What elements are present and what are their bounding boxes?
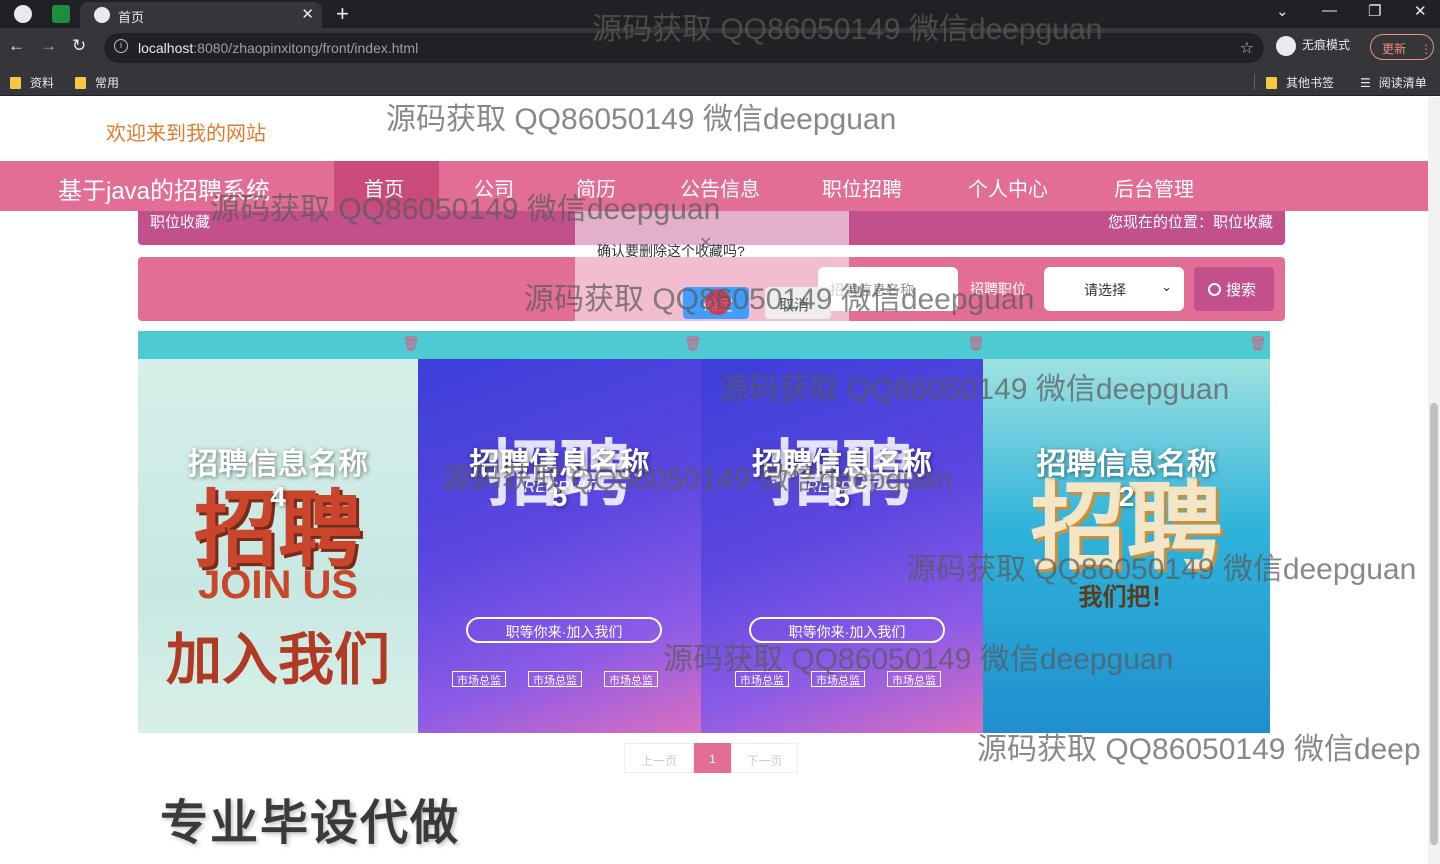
site-info-icon[interactable]: i (114, 39, 128, 53)
poster-pill-text: 职等你来·加入我们 (749, 617, 945, 643)
tab-close-icon[interactable]: ✕ (301, 5, 314, 23)
job-poster-image[interactable]: 招聘 RECRUIT 职等你来·加入我们 市场总监 市场总监 市场总监 (418, 359, 701, 733)
delete-icon[interactable]: 🗑 (402, 335, 418, 351)
nav-job-postings[interactable]: 职位招聘 (822, 173, 902, 202)
reload-button[interactable]: ↻ (72, 36, 86, 56)
forward-button[interactable]: → (40, 36, 57, 56)
bookmark-folder-changyong[interactable]: 常用 (75, 74, 119, 91)
favorite-card[interactable]: 🗑 招聘 我们把！ 招聘信息名称 2 (983, 331, 1270, 733)
job-poster-image[interactable]: 招聘 JOIN US 加入我们 (138, 359, 418, 733)
search-icon (1208, 283, 1221, 296)
back-button[interactable]: ← (8, 36, 25, 56)
page-1-button[interactable]: 1 (694, 743, 731, 773)
reading-list-icon: ☰ (1360, 76, 1371, 90)
site-brand[interactable]: 基于java的招聘系统 (58, 171, 270, 206)
delete-icon[interactable]: 🗑 (1249, 335, 1267, 351)
job-poster-image[interactable]: 招聘 我们把！ (983, 359, 1270, 733)
minimize-button[interactable]: — (1322, 2, 1337, 19)
browser-toolbar: ← → ↻ i localhost:8080/zhaopinxitong/fro… (0, 28, 1440, 68)
browser-logo-icon (14, 5, 32, 23)
card-number: 4 (270, 481, 286, 512)
favorite-card[interactable]: 🗑 招聘 RECRUIT 职等你来·加入我们 市场总监 市场总监 市场总监 招聘… (701, 331, 983, 733)
prev-page-button[interactable]: 上一页 (624, 743, 694, 773)
reading-list[interactable]: ☰ 阅读清单 (1360, 74, 1427, 91)
update-button[interactable]: 更新 ⋮ (1370, 34, 1434, 60)
promo-overlay-text: 专业毕设代做 (160, 797, 461, 850)
poster-tag: 市场总监 (735, 671, 789, 687)
mouse-cursor (705, 289, 731, 315)
bookmark-star-icon[interactable]: ☆ (1240, 38, 1254, 58)
bookmark-folder-other[interactable]: 其他书签 (1266, 74, 1334, 91)
nav-personal-center[interactable]: 个人中心 (968, 173, 1048, 202)
tab-home[interactable]: 首页 ✕ (80, 2, 322, 28)
card-title: 招聘信息名称 (188, 448, 368, 481)
job-filter-label: 招聘职位 (970, 281, 1026, 297)
search-button[interactable]: 搜索 (1194, 267, 1274, 311)
incognito-icon (1276, 36, 1296, 56)
poster-sub-text: JOIN US (197, 563, 359, 607)
chevron-down-icon: ⌄ (1161, 279, 1172, 294)
nav-admin[interactable]: 后台管理 (1114, 173, 1194, 202)
extension-icon[interactable] (52, 5, 70, 23)
folder-icon (1266, 77, 1277, 89)
page-content: 欢迎来到我的网站 基于java的招聘系统 首页 公司 简历 公告信息 职位招聘 … (0, 97, 1440, 864)
location-text: 您现在的位置：职位收藏 (1107, 214, 1273, 231)
poster-tag: 市场总监 (604, 671, 658, 687)
restore-button[interactable]: ❐ (1368, 2, 1381, 20)
poster-sub-text: 我们把！ (1078, 584, 1175, 611)
bookmarks-bar: 资料 常用 其他书签 ☰ 阅读清单 (0, 68, 1440, 96)
favorite-card[interactable]: 🗑 招聘 RECRUIT 职等你来·加入我们 市场总监 市场总监 市场总监 招聘… (418, 331, 701, 733)
tab-title: 首页 (118, 10, 145, 25)
folder-icon (10, 77, 21, 89)
favorites-grid: 🗑 招聘 JOIN US 加入我们 招聘信息名称 4 🗑 招聘 RECRUIT … (138, 331, 1270, 733)
card-number: 5 (834, 481, 850, 512)
browser-titlebar: 首页 ✕ + ⌄ — ❐ ✕ (0, 0, 1440, 28)
confirm-dialog: ✕ 确认要删除这个收藏吗? 确定 取消 (575, 207, 849, 329)
poster-tag: 市场总监 (887, 671, 941, 687)
main-navbar: 基于java的招聘系统 首页 公司 简历 公告信息 职位招聘 个人中心 后台管理 (0, 161, 1428, 211)
scrollbar-thumb[interactable] (1430, 403, 1438, 845)
bookmark-folder-ziliao[interactable]: 资料 (10, 74, 54, 91)
poster-tag: 市场总监 (452, 671, 506, 687)
poster-tag: 市场总监 (811, 671, 865, 687)
globe-icon (94, 7, 110, 23)
nav-company[interactable]: 公司 (474, 173, 514, 202)
poster-pill-text: 职等你来·加入我们 (466, 617, 662, 643)
card-number: 5 (551, 481, 568, 512)
job-select[interactable]: 请选择 ⌄ (1044, 267, 1184, 311)
new-tab-button[interactable]: + (336, 1, 349, 27)
address-bar[interactable]: i localhost:8080/zhaopinxitong/front/ind… (104, 33, 1264, 63)
folder-icon (75, 77, 86, 89)
nav-home[interactable]: 首页 (364, 173, 404, 202)
welcome-text: 欢迎来到我的网站 (106, 123, 266, 145)
confirm-cancel-button[interactable]: 取消 (765, 287, 831, 319)
favorite-card[interactable]: 🗑 招聘 JOIN US 加入我们 招聘信息名称 4 (138, 331, 418, 733)
poster-sub-text-2: 加入我们 (166, 628, 390, 691)
delete-icon[interactable]: 🗑 (967, 335, 983, 351)
card-number: 2 (1118, 481, 1135, 512)
incognito-indicator[interactable]: 无痕模式 (1276, 36, 1350, 56)
job-poster-image[interactable]: 招聘 RECRUIT 职等你来·加入我们 市场总监 市场总监 市场总监 (701, 359, 983, 733)
nav-announcements[interactable]: 公告信息 (680, 173, 760, 202)
bookmarks-divider (1254, 74, 1255, 90)
card-title: 招聘信息名称 (752, 448, 932, 481)
url-text: localhost:8080/zhaopinxitong/front/index… (138, 40, 419, 56)
close-window-button[interactable]: ✕ (1414, 2, 1427, 20)
poster-tag: 市场总监 (528, 671, 582, 687)
card-title: 招聘信息名称 (1036, 448, 1217, 481)
tab-search-icon[interactable]: ⌄ (1276, 2, 1289, 20)
delete-icon[interactable]: 🗑 (684, 335, 701, 351)
confirm-message: 确认要删除这个收藏吗? (597, 243, 745, 259)
page-title: 职位收藏 (150, 214, 211, 231)
nav-resume[interactable]: 简历 (576, 173, 616, 202)
page-scrollbar[interactable] (1428, 97, 1440, 864)
card-title: 招聘信息名称 (469, 448, 650, 481)
next-page-button[interactable]: 下一页 (731, 743, 798, 773)
